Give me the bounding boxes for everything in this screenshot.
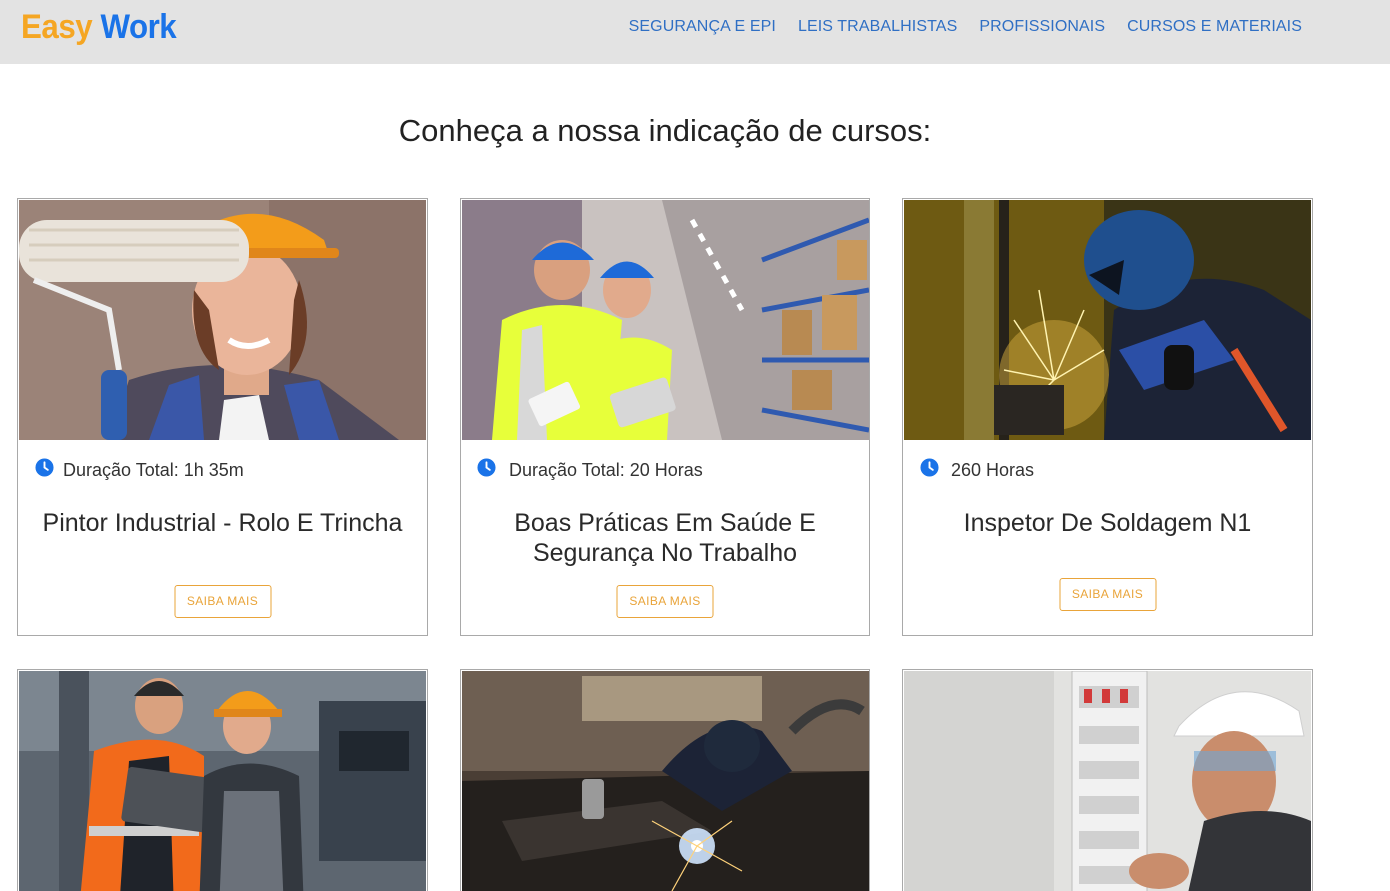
saiba-mais-button[interactable]: SAIBA MAIS [174, 585, 271, 618]
clock-icon [35, 458, 54, 482]
course-duration: 260 Horas [920, 458, 1034, 482]
nav-link-seguranca-epi[interactable]: SEGURANÇA E EPI [629, 17, 776, 37]
saiba-mais-button[interactable]: SAIBA MAIS [1059, 578, 1156, 611]
nav-link-profissionais[interactable]: PROFISSIONAIS [979, 17, 1105, 37]
course-duration-label: Duração Total: 20 Horas [509, 460, 703, 480]
course-image-metal-welding[interactable] [462, 671, 869, 891]
nav-link-leis-trabalhistas[interactable]: LEIS TRABALHISTAS [798, 17, 957, 37]
course-image-factory-workers[interactable] [19, 671, 426, 891]
site-header: Easy Work SEGURANÇA E EPI LEIS TRABALHIS… [0, 0, 1390, 64]
course-duration-label: Duração Total: 1h 35m [63, 460, 244, 480]
course-title[interactable]: Pintor Industrial - Rolo E Trincha [38, 508, 407, 538]
course-duration: Duração Total: 1h 35m [35, 458, 244, 482]
course-title[interactable]: Inspetor De Soldagem N1 [923, 508, 1292, 538]
main-nav: SEGURANÇA E EPI LEIS TRABALHISTAS PROFIS… [629, 17, 1302, 37]
section-title: Conheça a nossa indicação de cursos: [398, 113, 932, 148]
saiba-mais-button[interactable]: SAIBA MAIS [616, 585, 714, 618]
course-image-painter[interactable] [19, 200, 426, 440]
course-duration-label: 260 Horas [951, 460, 1035, 480]
course-card-boas-praticas: Duração Total: 20 Horas Boas Práticas Em… [460, 198, 870, 636]
logo-part-work: Work [100, 8, 177, 46]
course-title[interactable]: Boas Práticas Em Saúde E Segurança No Tr… [481, 508, 849, 568]
course-image-welder[interactable] [904, 200, 1311, 440]
course-card-inspetor-soldagem: 260 Horas Inspetor De Soldagem N1 SAIBA … [902, 198, 1313, 636]
course-image-warehouse[interactable] [462, 200, 869, 440]
course-card-pintor: Duração Total: 1h 35m Pintor Industrial … [17, 198, 428, 636]
clock-icon [920, 458, 939, 482]
course-card-6 [902, 669, 1313, 891]
course-card-5 [460, 669, 870, 891]
nav-link-cursos-materiais[interactable]: CURSOS E MATERIAIS [1127, 17, 1302, 37]
logo-part-easy: Easy [21, 8, 93, 46]
course-duration: Duração Total: 20 Horas [477, 458, 703, 482]
logo[interactable]: Easy Work [21, 6, 177, 48]
course-card-4 [17, 669, 428, 891]
course-image-electrician[interactable] [904, 671, 1311, 891]
clock-icon [477, 458, 496, 482]
